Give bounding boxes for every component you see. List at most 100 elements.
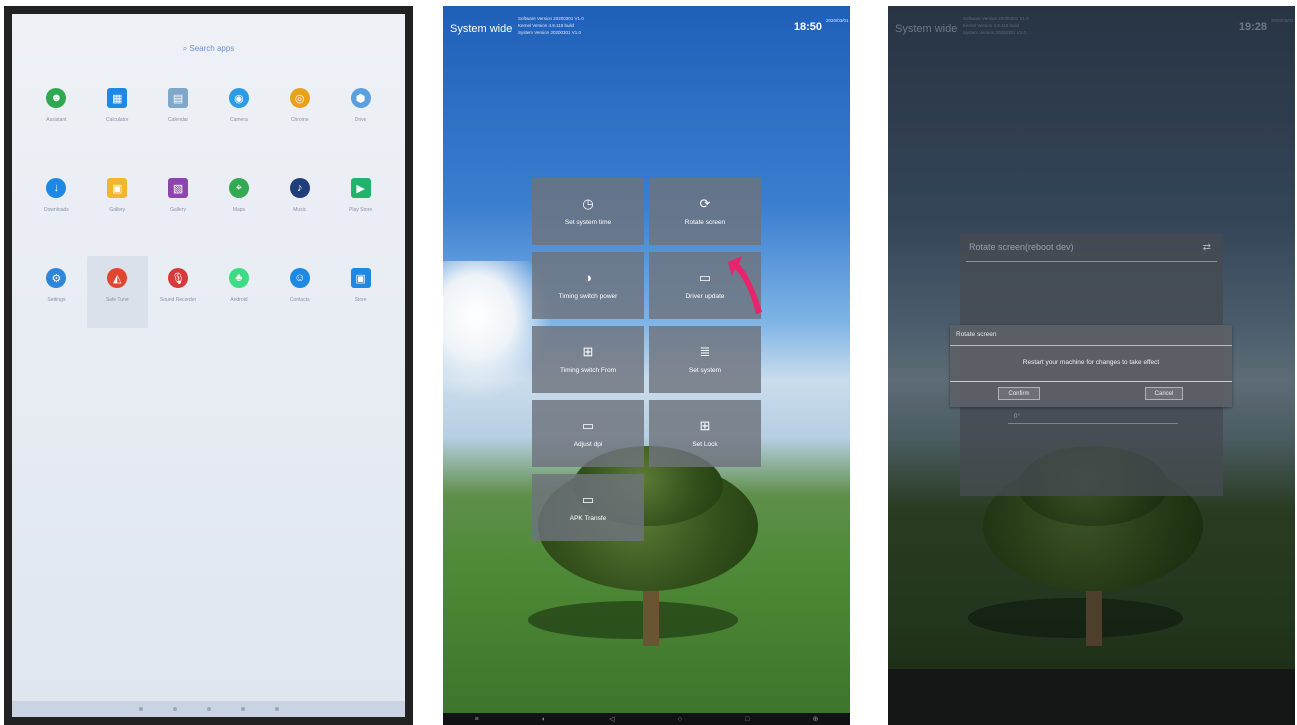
app-item[interactable]: ▧ Gallery	[148, 174, 209, 228]
settings-tile[interactable]: ▭ Adjust dpi	[532, 400, 644, 467]
app-drawer: ⌕ Search apps ☻ Assistant ▦ Calculator ▤ Cale…	[12, 14, 405, 717]
app-item[interactable]: ⌖ Maps	[208, 174, 269, 228]
app-drawer-screenshot: ⌕ Search apps ☻ Assistant ▦ Calculator ▤ Cale…	[4, 6, 413, 725]
rotate-icon: ⟳	[699, 196, 711, 211]
app-item[interactable]: ⬢ Drive	[330, 84, 391, 138]
play-store-icon: ▶	[350, 178, 371, 198]
settings-tile[interactable]: ≣ Set system	[649, 326, 761, 393]
app-item[interactable]: ↓ Downloads	[26, 174, 87, 228]
confirm-button[interactable]: Confirm	[998, 387, 1040, 400]
system-info: Software Version 20200301 V1.0 Kernel Ve…	[963, 15, 1029, 36]
nav-dot[interactable]	[206, 707, 211, 711]
app-label: Gallery	[170, 207, 186, 213]
info-line: Kernel Version 4.9.118 build	[518, 23, 574, 28]
app-item[interactable]: ☻ Assistant	[26, 84, 87, 138]
app-label: Chrome	[290, 117, 309, 123]
confirm-dialog: Rotate screen Restart your machine for c…	[950, 325, 1232, 407]
nav-button-icon[interactable]: ⊕	[813, 715, 819, 723]
chrome-icon: ◎	[289, 88, 310, 108]
nav-button-icon[interactable]: ◁	[609, 715, 614, 723]
app-label: Android	[230, 297, 248, 303]
settings-tile[interactable]: ⊞ Timing switch From	[532, 326, 644, 393]
calculator-icon: ▦	[107, 88, 128, 108]
app-label: Music	[293, 207, 307, 213]
search-apps-bar[interactable]: ⌕ Search apps	[12, 44, 405, 54]
monitor-icon: ▭	[698, 270, 712, 285]
app-item[interactable]: ▶ Play Store	[330, 174, 391, 228]
clock-time: 19:28	[1238, 21, 1267, 33]
tile-label: Rotate screen	[684, 219, 726, 226]
nav-dot[interactable]	[274, 707, 279, 711]
divider	[966, 261, 1217, 262]
app-label: Safe Tune	[105, 297, 129, 303]
app-label: Gallery	[109, 207, 126, 213]
settings-tile[interactable]: ▭ APK Transfe	[532, 474, 644, 541]
display-icon: ▭	[581, 418, 595, 433]
tile-label: Timing switch From	[559, 367, 617, 374]
app-label: Store	[354, 297, 367, 303]
dialog-message: Restart your machine for changes to take…	[1022, 359, 1160, 366]
app-item[interactable]: ♪ Music	[269, 174, 330, 228]
clock-date: 2020/03/01	[826, 18, 849, 23]
clock-icon: ◷	[582, 196, 594, 211]
nav-button-icon[interactable]: ○	[678, 716, 682, 723]
nav-button-icon[interactable]: ◐	[542, 716, 546, 723]
assistant-icon: ☻	[46, 88, 67, 108]
info-line: Software Version 20200301 V1.0	[518, 16, 584, 21]
maps-icon: ⌖	[228, 178, 249, 198]
launcher-nav-bar	[12, 701, 405, 717]
gallery-icon: ▣	[107, 178, 128, 198]
app-item[interactable]: ☺ Contacts	[269, 264, 330, 318]
contacts-icon: ☺	[289, 268, 310, 288]
divider	[950, 345, 1232, 346]
app-label: Downloads	[44, 207, 69, 213]
settings-tile[interactable]: ◷ Set system time	[532, 178, 644, 245]
pointer-arrow-icon	[728, 256, 762, 314]
app-item[interactable]: 🎙 Sound Recorder	[148, 264, 209, 318]
tile-label: Set Lock	[692, 441, 718, 448]
calendar-icon: ▤	[168, 88, 189, 108]
swap-icon[interactable]: ⇄	[1203, 242, 1211, 253]
app-item[interactable]: ▤ Calendar	[148, 84, 209, 138]
cancel-button[interactable]: Cancel	[1145, 387, 1183, 400]
nav-dot[interactable]	[172, 707, 177, 711]
gallery-icon-2: ▧	[168, 178, 189, 198]
app-label: Drive	[354, 117, 367, 123]
app-item[interactable]: ◎ Chrome	[269, 84, 330, 138]
app-item[interactable]: ▦ Calculator	[87, 84, 148, 138]
nav-button-icon[interactable]: □	[745, 716, 749, 723]
rotation-option[interactable]: 0°	[1008, 414, 1178, 424]
app-item[interactable]: ◭ Safe Tune	[86, 256, 148, 328]
tile-label: APK Transfe	[569, 515, 607, 522]
settings-tile[interactable]: ◑ Timing switch power	[532, 252, 644, 319]
app-label: Sound Recorder	[159, 297, 197, 303]
nav-button-icon[interactable]: ≡	[475, 716, 479, 723]
app-item[interactable]: ▣ Store	[330, 264, 391, 318]
app-item[interactable]: ⚙ Settings	[26, 264, 87, 318]
tile-label: Timing switch power	[558, 293, 618, 300]
tile-label: Set system	[688, 367, 722, 374]
search-apps-label: Search apps	[189, 44, 235, 53]
settings-tile[interactable]: ⊞ Set Lock	[649, 400, 761, 467]
settings-tile[interactable]: ⟳ Rotate screen	[649, 178, 761, 245]
nav-dot[interactable]	[138, 707, 143, 711]
rotate-dialog-screenshot: System wide Software Version 20200301 V1…	[888, 6, 1295, 725]
divider	[950, 381, 1232, 382]
list-icon: ≣	[699, 344, 711, 359]
nav-dot[interactable]	[240, 707, 245, 711]
safe-tune-icon: ◭	[107, 268, 128, 288]
app-label: Calculator	[105, 117, 129, 123]
app-item[interactable]: ▣ Gallery	[87, 174, 148, 228]
app-item[interactable]: ♣ Android	[208, 264, 269, 318]
system-title: System wide	[895, 23, 958, 35]
app-label: Calendar	[167, 117, 189, 123]
system-info: Software Version 20200301 V1.0 Kernel Ve…	[518, 15, 584, 36]
sound-recorder-icon: 🎙	[168, 268, 189, 288]
store-icon: ▣	[350, 268, 371, 288]
clock-time: 18:50	[793, 21, 822, 33]
info-line: Software Version 20200301 V1.0	[963, 16, 1029, 21]
app-item[interactable]: ◉ Camera	[208, 84, 269, 138]
network-icon: ⊞	[582, 344, 594, 359]
app-grid: ☻ Assistant ▦ Calculator ▤ Calendar ◉ Camera ◎ Ch…	[26, 84, 391, 328]
downloads-icon: ↓	[46, 178, 67, 198]
